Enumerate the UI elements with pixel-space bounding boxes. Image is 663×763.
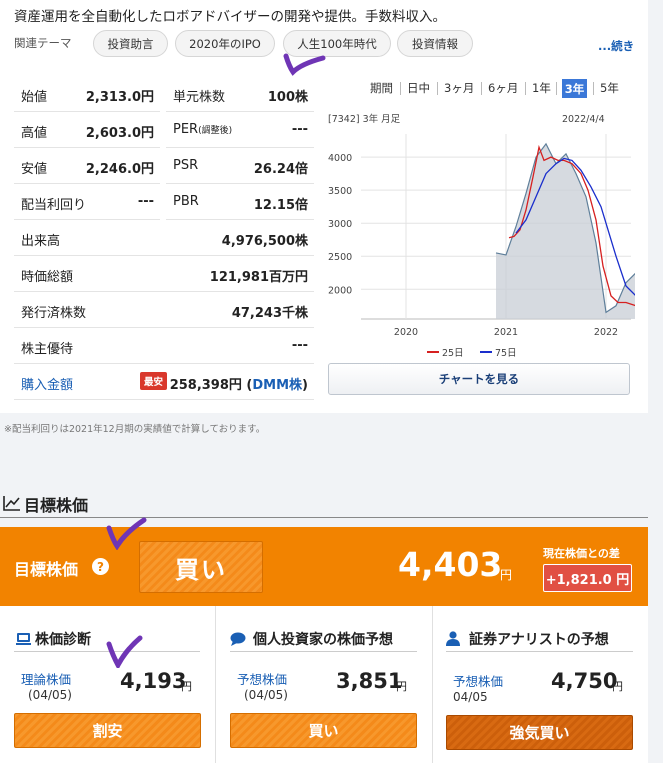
forecast-date: (04/05) [244, 688, 288, 702]
investor-forecast-title: 個人投資家の株価予想 [253, 632, 393, 648]
theme-tag[interactable]: 投資情報 [397, 30, 473, 57]
forecast-price-link[interactable]: 予想株価 [237, 669, 287, 688]
legend-label: 75日 [495, 348, 517, 359]
theoretical-price-link[interactable]: 理論株価 [21, 669, 71, 688]
section-title: 目標株価 [24, 496, 89, 515]
company-description: 資産運用を全自動化したロボアドバイザーの開発や提供。手数料収入。 [14, 9, 446, 25]
y-tick-label: 3500 [328, 186, 352, 197]
person-icon [446, 631, 460, 646]
stat-row: PBR 12.15倍 [166, 184, 314, 220]
stat-row: 発行済株数 47,243千株 [14, 292, 314, 328]
period-tab-intraday[interactable]: 日中 [407, 80, 430, 96]
analyst-date: 04/05 [453, 690, 488, 704]
x-tick-label: 2020 [394, 327, 418, 338]
purchase-amount-link[interactable]: 購入金額 [21, 374, 73, 393]
chart-date-label: 2022/4/4 [562, 114, 605, 125]
x-tick-label: 2021 [494, 327, 518, 338]
period-tab-3y[interactable]: 3年 [562, 79, 587, 98]
analyst-forecast-title: 証券アナリストの予想 [469, 632, 609, 648]
rating-badge: 買い [139, 541, 263, 593]
stat-row: 始値 2,313.0円 [14, 76, 160, 112]
lowest-badge: 最安 [139, 372, 167, 390]
price-diff-badge: +1,821.0 円 [543, 564, 632, 592]
y-tick-label: 3000 [328, 219, 352, 230]
analyst-forecast-value: 4,750 [551, 669, 618, 693]
price-diff-label: 現在株価との差 [543, 547, 620, 560]
theme-label: 関連テーマ [14, 36, 72, 50]
purchase-row: 購入金額 最安 258,398円 (DMM株) [14, 364, 314, 400]
diagnosis-date: (04/05) [28, 688, 72, 702]
price-unit: 円 [181, 680, 192, 693]
y-tick-label: 2000 [328, 285, 352, 296]
stock-diagnosis-title: 株価診断 [35, 632, 91, 648]
investor-buy-button[interactable]: 買い [230, 713, 417, 748]
theoretical-price-value: 4,193 [120, 669, 187, 693]
y-tick-label: 2500 [328, 252, 352, 263]
target-price-unit: 円 [500, 568, 513, 582]
price-unit: 円 [396, 680, 407, 693]
help-icon[interactable]: ? [92, 558, 109, 575]
period-tab-6m[interactable]: 6ヶ月 [488, 80, 518, 96]
target-price-label: 目標株価 [14, 560, 79, 579]
stat-row: 安値 2,246.0円 [14, 148, 160, 184]
chart-line-icon [3, 496, 20, 511]
y-tick-label: 4000 [328, 153, 352, 164]
monitor-icon [16, 633, 31, 645]
period-tab-5y[interactable]: 5年 [600, 80, 619, 96]
stat-row: PER(調整後) --- [166, 112, 314, 148]
stat-row: 配当利回り --- [14, 184, 160, 220]
view-chart-button[interactable]: チャートを見る [328, 363, 630, 395]
check-mark-icon [283, 53, 326, 76]
period-tab-1y[interactable]: 1年 [532, 80, 551, 96]
price-chart[interactable]: [7342] 3年 月足 2022/4/4 4000 3500 3000 2500 20… [325, 108, 635, 360]
stat-row: 単元株数 100株 [166, 76, 314, 112]
speech-bubble-icon [230, 632, 246, 646]
stat-row: 時価総額 121,981百万円 [14, 256, 314, 292]
stat-row: PSR 26.24倍 [166, 148, 314, 184]
stat-row: 株主優待 --- [14, 328, 314, 364]
theme-tag[interactable]: 投資助言 [93, 30, 168, 57]
stat-row: 高値 2,603.0円 [14, 112, 160, 148]
check-mark-icon [106, 635, 143, 668]
dividend-note: ※配当利回りは2021年12月期の実績値で計算しております。 [4, 424, 266, 435]
period-tab-3m[interactable]: 3ヶ月 [444, 80, 474, 96]
price-unit: 円 [612, 680, 623, 693]
strong-buy-button[interactable]: 強気買い [446, 715, 633, 750]
check-mark-icon [106, 517, 147, 550]
target-price-value: 4,403 [398, 545, 503, 584]
chart-code-label: [7342] 3年 月足 [328, 113, 401, 125]
purchase-value: 258,398円 (DMM株) [169, 378, 308, 393]
investor-forecast-value: 3,851 [336, 669, 403, 693]
undervalued-button[interactable]: 割安 [14, 713, 201, 748]
legend-label: 25日 [442, 348, 464, 359]
x-tick-label: 2022 [594, 327, 618, 338]
dmm-link[interactable]: DMM株 [252, 378, 302, 393]
more-themes-link[interactable]: ...続き [598, 38, 634, 54]
stat-row: 出来高 4,976,500株 [14, 220, 314, 256]
analyst-price-link[interactable]: 予想株価 [453, 671, 503, 690]
period-label: 期間 [370, 81, 393, 95]
theme-tag[interactable]: 2020年のIPO [175, 30, 275, 57]
